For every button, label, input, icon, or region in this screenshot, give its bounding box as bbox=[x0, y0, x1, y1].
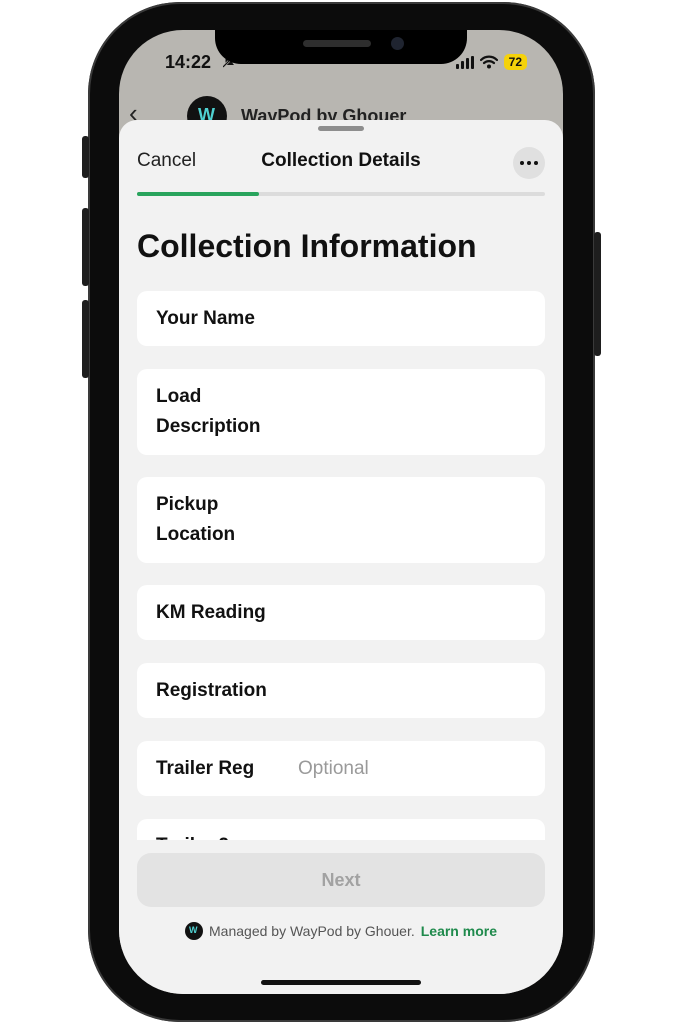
trailer-2-field[interactable]: Trailer 2 bbox=[137, 819, 545, 840]
trailer-reg-input[interactable] bbox=[296, 756, 545, 781]
trailer-reg-field[interactable]: Trailer Reg bbox=[137, 741, 545, 796]
signal-icon bbox=[455, 55, 474, 69]
km-reading-field[interactable]: KM Reading bbox=[137, 585, 545, 640]
dynamic-island bbox=[215, 30, 467, 64]
volume-down-button bbox=[82, 300, 89, 378]
battery-indicator: 72 bbox=[503, 54, 527, 70]
form-fields: Your Name Load Description Pickup Locati… bbox=[137, 291, 545, 840]
learn-more-link[interactable]: Learn more bbox=[421, 923, 497, 939]
field-label: Pickup Location bbox=[156, 494, 236, 545]
your-name-field[interactable]: Your Name bbox=[137, 291, 545, 346]
field-label: Trailer Reg bbox=[156, 757, 255, 779]
load-description-field[interactable]: Load Description bbox=[137, 369, 545, 455]
field-label: KM Reading bbox=[156, 601, 266, 623]
home-indicator[interactable] bbox=[261, 980, 421, 985]
load-description-input[interactable] bbox=[276, 400, 545, 424]
volume-up-button bbox=[82, 208, 89, 286]
sheet-grabber[interactable] bbox=[318, 126, 364, 131]
field-label: Your Name bbox=[156, 307, 255, 329]
camera bbox=[391, 37, 404, 50]
more-options-button[interactable] bbox=[513, 147, 545, 179]
status-icons: 72 bbox=[455, 54, 527, 70]
wifi-icon bbox=[479, 55, 498, 69]
speaker bbox=[303, 40, 371, 47]
managed-by-footer: W Managed by WayPod by Ghouer. Learn mor… bbox=[119, 922, 563, 940]
field-label: Trailer 2 bbox=[156, 831, 296, 840]
screen: 14:22 72 ‹ W WayPod by Ghouer Cancel Col… bbox=[119, 30, 563, 994]
km-reading-input[interactable] bbox=[296, 600, 545, 625]
power-button bbox=[594, 232, 601, 356]
status-time: 14:22 bbox=[165, 52, 212, 72]
more-horizontal-icon bbox=[520, 161, 524, 165]
registration-input[interactable] bbox=[296, 678, 545, 703]
field-label: Load Description bbox=[156, 386, 261, 437]
registration-field[interactable]: Registration bbox=[137, 663, 545, 718]
progress-bar bbox=[137, 192, 545, 196]
next-button[interactable]: Next bbox=[137, 853, 545, 907]
managed-by-text: Managed by WayPod by Ghouer. bbox=[209, 923, 415, 939]
progress-fill bbox=[137, 192, 260, 196]
sheet-title: Collection Details bbox=[261, 150, 421, 171]
waypod-logo-icon: W bbox=[185, 922, 204, 940]
collection-details-sheet: Cancel Collection Details Collection Inf… bbox=[119, 120, 563, 994]
page-title: Collection Information bbox=[137, 228, 477, 264]
field-label: Registration bbox=[156, 679, 267, 701]
pickup-location-field[interactable]: Pickup Location bbox=[137, 477, 545, 563]
pickup-location-input[interactable] bbox=[256, 508, 545, 532]
action-button bbox=[82, 136, 89, 178]
your-name-input[interactable] bbox=[296, 306, 545, 331]
